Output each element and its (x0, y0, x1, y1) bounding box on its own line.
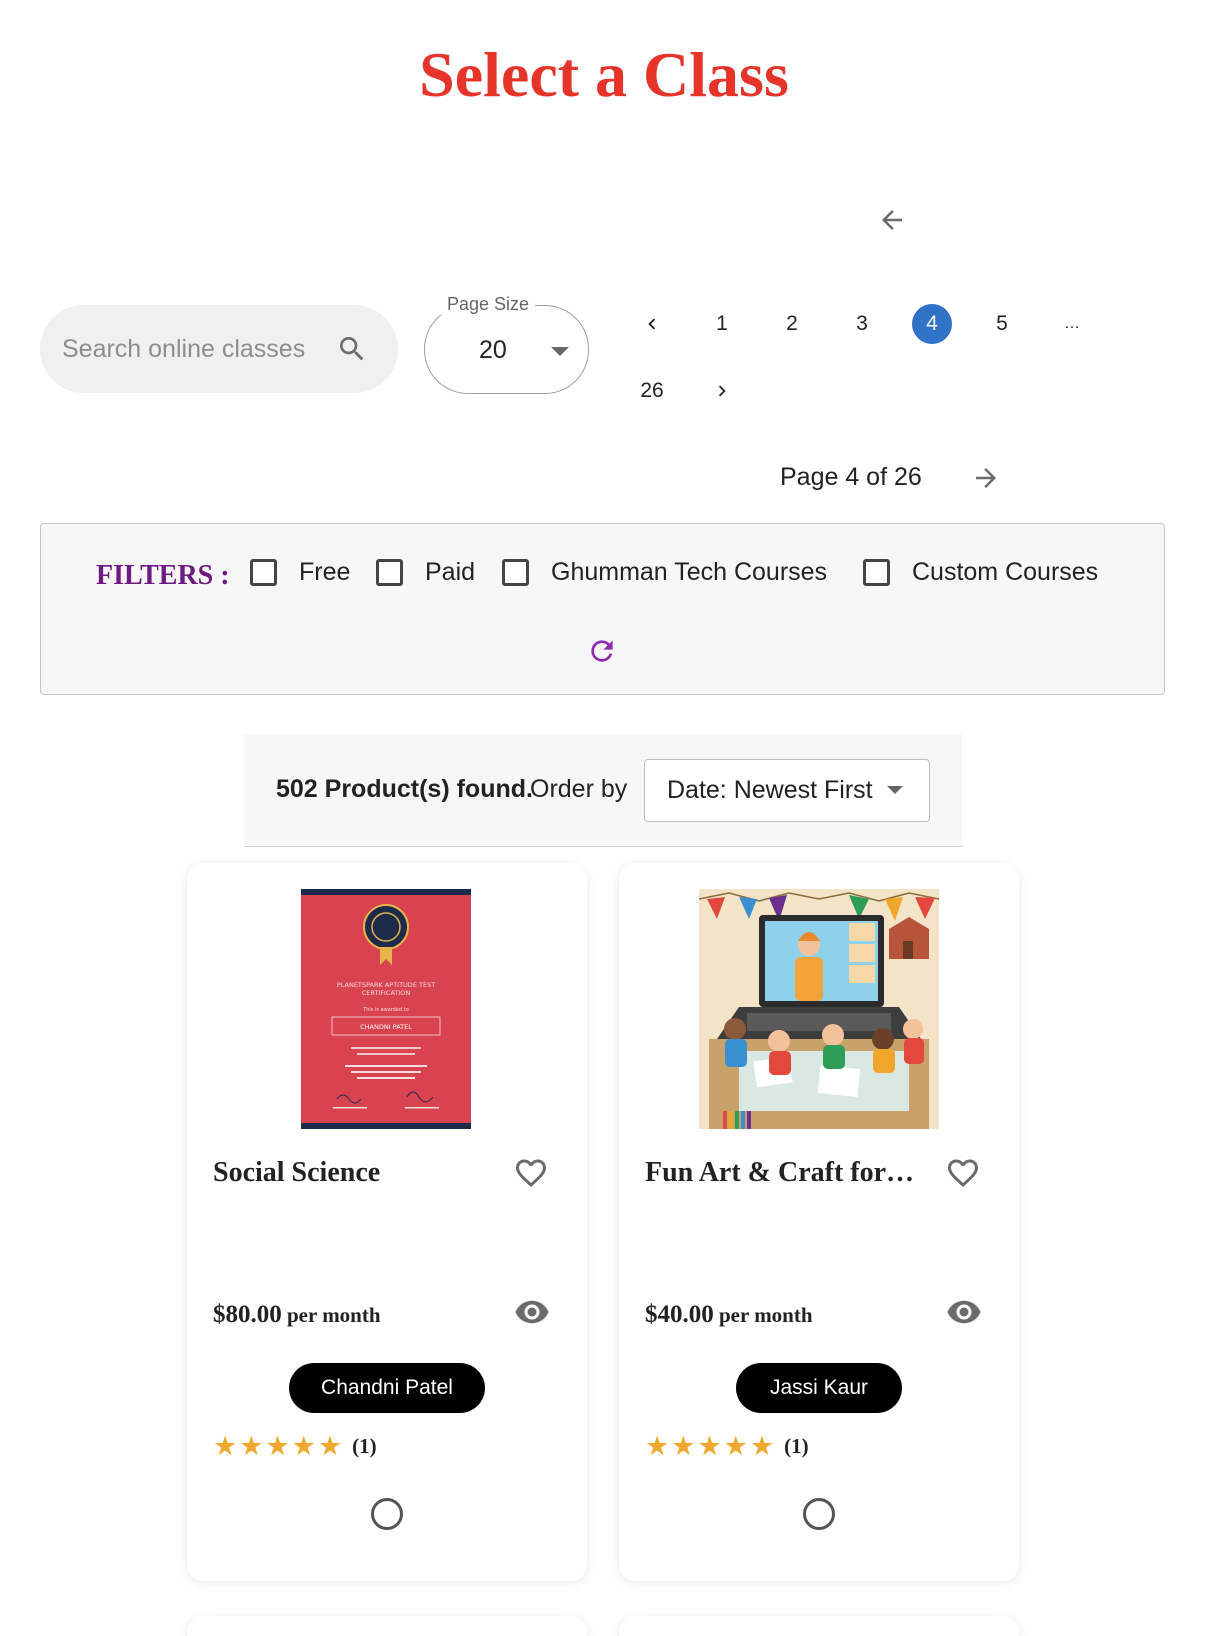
page-size-select[interactable]: Page Size 20 (424, 294, 589, 394)
eye-icon[interactable] (513, 1293, 551, 1331)
class-thumbnail[interactable]: PLANETSPARK APTITUDE TEST CERTIFICATION … (301, 889, 471, 1129)
search-icon[interactable] (332, 329, 372, 369)
rating-count: (1) (352, 1434, 377, 1458)
search-box (40, 305, 398, 393)
page-title: Select a Class (419, 39, 789, 110)
caret-down-icon (886, 782, 903, 800)
class-price: $40.00 per month (645, 1301, 813, 1329)
price-amount: $40.00 (645, 1301, 714, 1328)
teacher-chip[interactable]: Chandni Patel (289, 1363, 485, 1413)
checkbox[interactable] (250, 559, 277, 586)
price-period: per month (281, 1303, 381, 1327)
heart-icon[interactable] (943, 1153, 983, 1193)
page: Select a Class Page Size 20 1 2 3 4 5 … … (0, 0, 1216, 1636)
rating-count: (1) (784, 1434, 809, 1458)
pagination-ellipsis: … (1064, 315, 1080, 332)
page-button-4[interactable]: 4 (912, 304, 952, 344)
star-icon: ★ (213, 1431, 238, 1461)
filter-paid[interactable]: Paid (376, 558, 475, 587)
star-icon: ★ (749, 1431, 775, 1461)
class-card[interactable]: Fun Art & Craft for… $40.00 per month Ja… (619, 863, 1019, 1581)
teacher-chip[interactable]: Jassi Kaur (736, 1363, 902, 1413)
star-icon: ★ (723, 1431, 748, 1461)
star-icon: ★ (317, 1431, 343, 1461)
star-icon: ★ (239, 1431, 264, 1461)
filter-label: Ghumman Tech Courses (551, 558, 828, 586)
sort-order-select[interactable]: Date: Newest First (644, 759, 930, 822)
page-size-value: 20 (479, 336, 507, 364)
rating: ★ ★ ★ ★ ★ (1) (213, 1431, 377, 1462)
page-button-26[interactable]: 26 (632, 371, 672, 411)
prev-page-icon[interactable] (632, 304, 672, 344)
page-summary: Page 4 of 26 (780, 463, 922, 491)
search-input[interactable] (62, 334, 328, 364)
page-size-label: Page Size (441, 294, 536, 315)
page-button-3[interactable]: 3 (842, 304, 882, 344)
checkbox[interactable] (502, 559, 529, 586)
certificate-heading-2: CERTIFICATION (362, 989, 411, 997)
next-page-icon[interactable] (702, 371, 742, 411)
filter-custom-courses[interactable]: Custom Courses (863, 558, 1098, 587)
results-bar: 502 Product(s) found. Order by Date: New… (244, 734, 962, 847)
class-title[interactable]: Social Science (213, 1157, 513, 1189)
class-price: $80.00 per month (213, 1301, 381, 1329)
filters-label: FILTERS : (96, 560, 230, 591)
filter-ghumman-tech-courses[interactable]: Ghumman Tech Courses (502, 558, 827, 587)
filter-free[interactable]: Free (250, 558, 350, 587)
page-button-1[interactable]: 1 (702, 304, 742, 344)
eye-icon[interactable] (945, 1293, 983, 1331)
sort-order-value: Date: Newest First (667, 776, 873, 804)
class-thumbnail[interactable] (699, 889, 939, 1129)
filter-label: Custom Courses (912, 558, 1099, 586)
checkbox[interactable] (376, 559, 403, 586)
certificate-heading: PLANETSPARK APTITUDE TEST (337, 981, 435, 989)
class-card[interactable]: PLANETSPARK APTITUDE TEST CERTIFICATION … (187, 863, 587, 1581)
class-title[interactable]: Fun Art & Craft for… (645, 1157, 945, 1189)
page-button-2[interactable]: 2 (772, 304, 812, 344)
star-icon: ★ (265, 1431, 290, 1461)
select-radio[interactable] (371, 1498, 403, 1530)
select-radio[interactable] (803, 1498, 835, 1530)
page-button-5[interactable]: 5 (982, 304, 1022, 344)
price-amount: $80.00 (213, 1301, 282, 1328)
certificate-presented: This is awarded to (362, 1007, 409, 1013)
forward-arrow-icon[interactable] (966, 458, 1006, 498)
price-period: per month (713, 1303, 813, 1327)
class-card-partial (619, 1616, 1019, 1636)
class-card-partial (187, 1616, 587, 1636)
heart-icon[interactable] (511, 1153, 551, 1193)
star-icon: ★ (645, 1431, 670, 1461)
refresh-icon[interactable] (583, 632, 621, 670)
certificate-name: CHANDNI PATEL (360, 1023, 412, 1031)
filter-label: Paid (425, 558, 476, 586)
back-arrow-icon[interactable] (872, 200, 912, 240)
filter-label: Free (299, 558, 351, 586)
star-icon: ★ (697, 1431, 722, 1461)
checkbox[interactable] (863, 559, 890, 586)
order-by-label: Order by (530, 775, 628, 803)
results-count: 502 Product(s) found. (276, 775, 533, 803)
rating: ★ ★ ★ ★ ★ (1) (645, 1431, 809, 1462)
filters-panel: FILTERS : Free Paid Ghumman Tech Courses… (40, 523, 1165, 695)
star-icon: ★ (671, 1431, 696, 1461)
caret-down-icon (551, 344, 569, 362)
star-icon: ★ (291, 1431, 316, 1461)
